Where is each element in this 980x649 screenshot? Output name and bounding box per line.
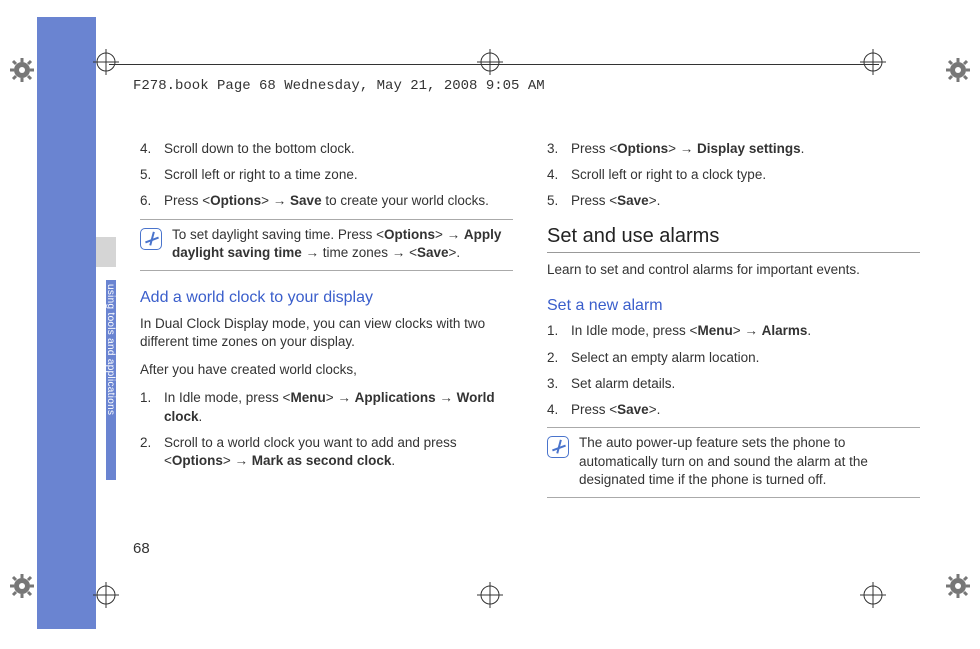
note-daylight-saving: To set daylight saving time. Press <Opti… <box>140 219 513 271</box>
crop-mark-icon <box>93 582 119 608</box>
crop-mark-icon <box>860 49 886 75</box>
step-alarm-4: 4.Press <Save>. <box>547 401 920 419</box>
gear-icon <box>945 573 971 599</box>
crop-mark-icon <box>860 582 886 608</box>
step-4: 4.Scroll down to the bottom clock. <box>140 140 513 158</box>
steps-world-clock-continue: 4.Scroll down to the bottom clock. 5.Scr… <box>140 140 513 211</box>
page-content: 4.Scroll down to the bottom clock. 5.Scr… <box>140 140 920 510</box>
step-add-1: 1.In Idle mode, press <Menu> → Applicati… <box>140 389 513 425</box>
note-text: The auto power-up feature sets the phone… <box>579 434 920 489</box>
note-text: To set daylight saving time. Press <Opti… <box>172 226 513 262</box>
gear-icon <box>9 57 35 83</box>
step-alarm-2: 2.Select an empty alarm location. <box>547 349 920 367</box>
gear-icon <box>9 573 35 599</box>
right-column: 3.Press <Options> → Display settings. 4.… <box>547 140 920 510</box>
step-disp-5: 5.Press <Save>. <box>547 192 920 210</box>
note-icon <box>547 436 569 458</box>
note-auto-power-up: The auto power-up feature sets the phone… <box>547 427 920 498</box>
heading-add-world-clock: Add a world clock to your display <box>140 287 513 309</box>
paragraph-alarms-intro: Learn to set and control alarms for impo… <box>547 261 920 279</box>
step-5: 5.Scroll left or right to a time zone. <box>140 166 513 184</box>
blue-sidebar <box>37 17 96 629</box>
step-alarm-3: 3.Set alarm details. <box>547 375 920 393</box>
left-column: 4.Scroll down to the bottom clock. 5.Scr… <box>140 140 513 510</box>
heading-underline <box>547 252 920 253</box>
paragraph-dual-clock: In Dual Clock Display mode, you can view… <box>140 315 513 351</box>
note-icon <box>140 228 162 250</box>
heading-set-use-alarms: Set and use alarms <box>547 223 920 250</box>
sidebar-section-label: using tools and applications <box>106 280 116 480</box>
paragraph-after-created: After you have created world clocks, <box>140 361 513 379</box>
step-disp-3: 3.Press <Options> → Display settings. <box>547 140 920 158</box>
gear-icon <box>945 57 971 83</box>
crop-mark-icon <box>477 582 503 608</box>
steps-add-world-clock: 1.In Idle mode, press <Menu> → Applicati… <box>140 389 513 470</box>
steps-display-settings: 3.Press <Options> → Display settings. 4.… <box>547 140 920 211</box>
page-number: 68 <box>133 540 150 557</box>
crop-mark-icon <box>477 49 503 75</box>
step-alarm-1: 1.In Idle mode, press <Menu> → Alarms. <box>547 322 920 340</box>
step-6: 6.Press <Options> → Save to create your … <box>140 192 513 210</box>
document-header: F278.book Page 68 Wednesday, May 21, 200… <box>133 78 545 94</box>
heading-set-new-alarm: Set a new alarm <box>547 295 920 317</box>
step-add-2: 2.Scroll to a world clock you want to ad… <box>140 434 513 470</box>
crop-mark-icon <box>93 49 119 75</box>
section-tab <box>96 237 116 267</box>
step-disp-4: 4.Scroll left or right to a clock type. <box>547 166 920 184</box>
steps-new-alarm: 1.In Idle mode, press <Menu> → Alarms. 2… <box>547 322 920 419</box>
